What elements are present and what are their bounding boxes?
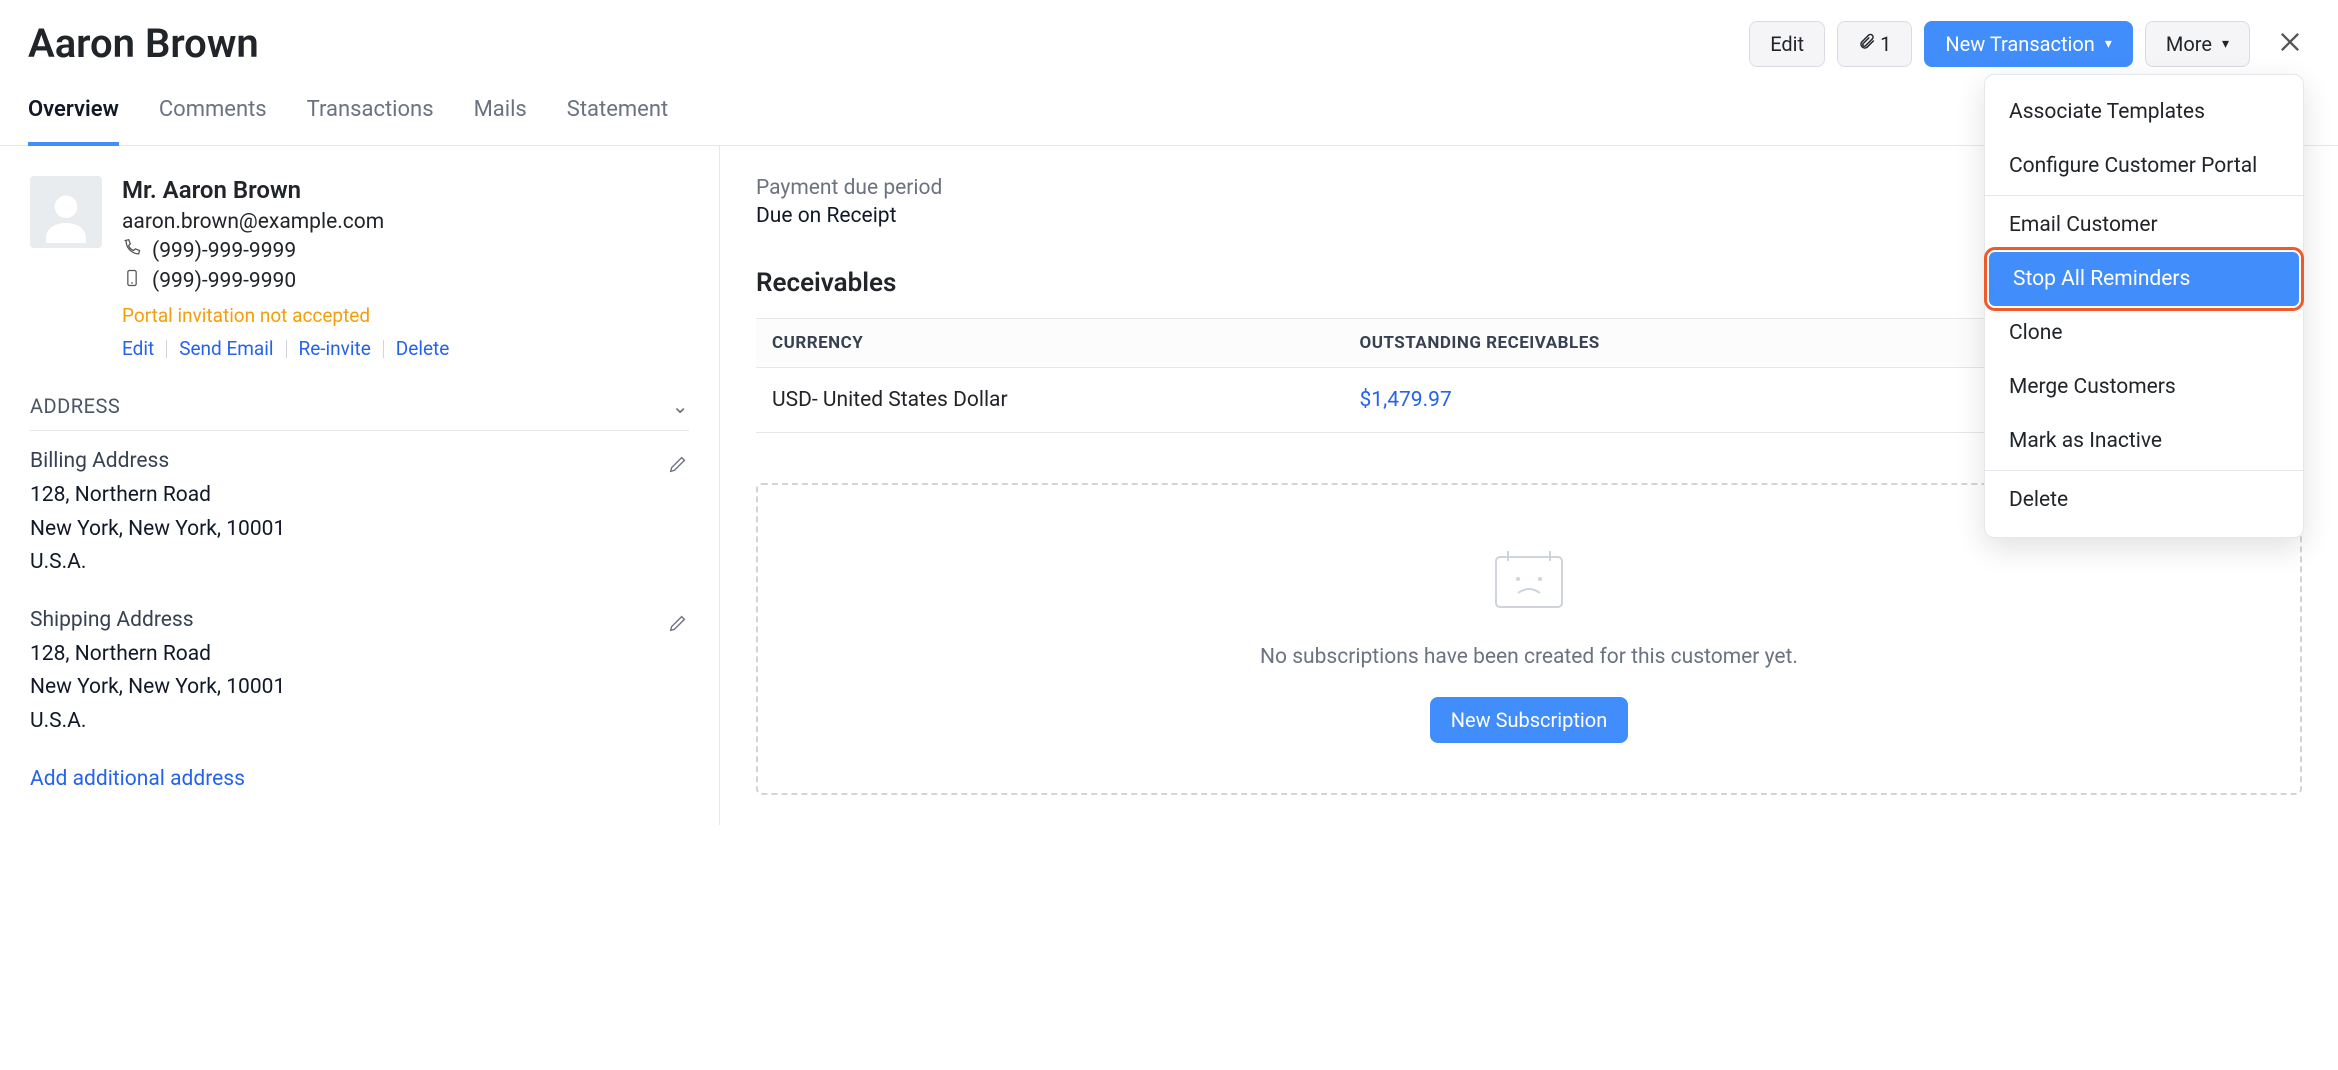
shipping-address-line3: U.S.A. bbox=[30, 705, 689, 739]
pencil-icon bbox=[667, 463, 689, 479]
contact-name: Mr. Aaron Brown bbox=[122, 176, 689, 204]
caret-down-icon: ▾ bbox=[2105, 36, 2112, 52]
header-actions: Edit 1 New Transaction ▾ More ▾ bbox=[1749, 21, 2310, 67]
edit-billing-address-button[interactable] bbox=[667, 453, 689, 479]
contact-mobile: (999)-999-9990 bbox=[152, 269, 296, 293]
menu-item-delete[interactable]: Delete bbox=[1985, 473, 2303, 527]
new-transaction-button[interactable]: New Transaction ▾ bbox=[1924, 21, 2133, 67]
menu-item-associate-templates[interactable]: Associate Templates bbox=[1985, 85, 2303, 139]
shipping-address-block: Shipping Address 128, Northern Road New … bbox=[30, 608, 689, 739]
billing-address-line1: 128, Northern Road bbox=[30, 479, 689, 513]
paperclip-icon bbox=[1858, 32, 1876, 56]
tab-overview[interactable]: Overview bbox=[28, 77, 119, 146]
tab-statement[interactable]: Statement bbox=[567, 77, 668, 146]
subscriptions-empty-text: No subscriptions have been created for t… bbox=[798, 645, 2260, 669]
billing-address-line3: U.S.A. bbox=[30, 546, 689, 580]
billing-address-line2: New York, New York, 10001 bbox=[30, 513, 689, 547]
tab-comments[interactable]: Comments bbox=[159, 77, 267, 146]
menu-item-configure-portal[interactable]: Configure Customer Portal bbox=[1985, 139, 2303, 193]
contact-email: aaron.brown@example.com bbox=[122, 210, 689, 234]
menu-separator bbox=[1985, 195, 2303, 196]
close-button[interactable] bbox=[2270, 24, 2310, 64]
tab-transactions[interactable]: Transactions bbox=[307, 77, 434, 146]
right-panel: Payment due period Due on Receipt Receiv… bbox=[720, 146, 2338, 825]
contact-reinvite-link[interactable]: Re-invite bbox=[299, 337, 371, 360]
mobile-icon bbox=[122, 268, 142, 294]
contact-phone-line: (999)-999-9999 bbox=[122, 238, 689, 264]
attachments-count: 1 bbox=[1880, 32, 1891, 56]
address-section-title: ADDRESS bbox=[30, 394, 120, 418]
address-section-header[interactable]: ADDRESS ⌄ bbox=[30, 394, 689, 431]
avatar bbox=[30, 176, 102, 248]
menu-item-stop-all-reminders[interactable]: Stop All Reminders bbox=[1989, 252, 2299, 306]
contact-edit-link[interactable]: Edit bbox=[122, 337, 154, 360]
menu-item-merge-customers[interactable]: Merge Customers bbox=[1985, 360, 2303, 414]
attachments-button[interactable]: 1 bbox=[1837, 21, 1912, 67]
shipping-address-line1: 128, Northern Road bbox=[30, 638, 689, 672]
contact-info: Mr. Aaron Brown aaron.brown@example.com … bbox=[122, 176, 689, 360]
pencil-icon bbox=[667, 622, 689, 638]
menu-item-mark-inactive[interactable]: Mark as Inactive bbox=[1985, 414, 2303, 468]
add-additional-address-link[interactable]: Add additional address bbox=[30, 767, 689, 791]
contact-actions: Edit Send Email Re-invite Delete bbox=[122, 337, 689, 360]
divider bbox=[166, 340, 167, 358]
edit-button[interactable]: Edit bbox=[1749, 21, 1825, 67]
new-subscription-button[interactable]: New Subscription bbox=[1430, 697, 1629, 743]
more-button[interactable]: More ▾ bbox=[2145, 21, 2250, 67]
chevron-down-icon: ⌄ bbox=[672, 394, 689, 418]
contact-block: Mr. Aaron Brown aaron.brown@example.com … bbox=[30, 176, 689, 360]
more-label: More bbox=[2166, 32, 2212, 56]
menu-item-clone[interactable]: Clone bbox=[1985, 306, 2303, 360]
close-icon bbox=[2276, 28, 2304, 60]
more-dropdown-menu: Associate Templates Configure Customer P… bbox=[1984, 74, 2304, 538]
divider bbox=[383, 340, 384, 358]
contact-phone: (999)-999-9999 bbox=[152, 239, 296, 263]
billing-address-block: Billing Address 128, Northern Road New Y… bbox=[30, 449, 689, 580]
shipping-address-line2: New York, New York, 10001 bbox=[30, 671, 689, 705]
receivables-header-currency: CURRENCY bbox=[756, 319, 1343, 368]
portal-status: Portal invitation not accepted bbox=[122, 304, 689, 327]
contact-mobile-line: (999)-999-9990 bbox=[122, 268, 689, 294]
menu-separator bbox=[1985, 470, 2303, 471]
menu-item-email-customer[interactable]: Email Customer bbox=[1985, 198, 2303, 252]
contact-delete-link[interactable]: Delete bbox=[396, 337, 450, 360]
billing-address-label: Billing Address bbox=[30, 449, 689, 473]
edit-shipping-address-button[interactable] bbox=[667, 612, 689, 638]
body: Mr. Aaron Brown aaron.brown@example.com … bbox=[0, 146, 2338, 825]
tab-mails[interactable]: Mails bbox=[474, 77, 527, 146]
left-panel: Mr. Aaron Brown aaron.brown@example.com … bbox=[0, 146, 720, 825]
caret-down-icon: ▾ bbox=[2222, 36, 2229, 52]
shipping-address-label: Shipping Address bbox=[30, 608, 689, 632]
phone-icon bbox=[122, 238, 142, 264]
contact-send-email-link[interactable]: Send Email bbox=[179, 337, 273, 360]
page-header: Aaron Brown Edit 1 New Transaction ▾ Mor… bbox=[0, 0, 2338, 77]
receivables-currency-cell: USD- United States Dollar bbox=[756, 368, 1343, 433]
new-transaction-label: New Transaction bbox=[1945, 32, 2095, 56]
divider bbox=[286, 340, 287, 358]
calendar-sad-icon bbox=[1484, 545, 1574, 615]
page-title: Aaron Brown bbox=[28, 20, 259, 67]
